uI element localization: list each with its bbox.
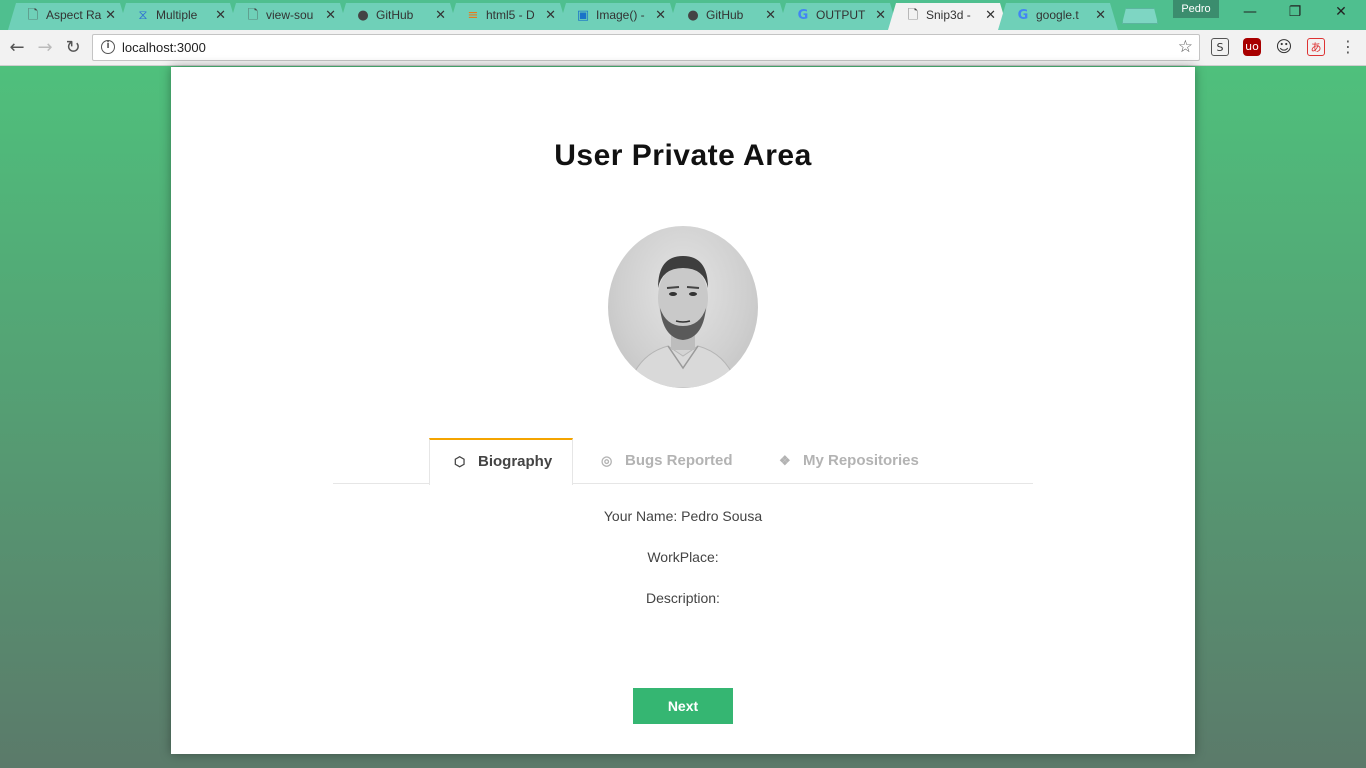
browser-tab[interactable]: ≡ html5 - D ✕ (448, 3, 568, 30)
tab-label: My Repositories (803, 452, 919, 469)
restore-icon[interactable]: ❐ (1285, 4, 1305, 20)
browser-tab-title: GitHub (376, 8, 414, 22)
profile-card: User Private Area ⬡ Biography ◎ Bugs Rep… (171, 67, 1195, 754)
browser-tab-title: Aspect Ra (46, 8, 102, 22)
next-button[interactable]: Next (633, 688, 733, 724)
browser-tab-title: Snip3d - (926, 8, 971, 22)
profile-button[interactable]: Pedro (1173, 0, 1219, 18)
close-icon[interactable]: ✕ (215, 8, 226, 23)
browser-tab-title: google.t (1036, 8, 1079, 22)
browser-tab[interactable]: 🗋 Aspect Ra ✕ (8, 3, 128, 30)
profile-tabs: ⬡ Biography ◎ Bugs Reported ❖ My Reposit… (333, 438, 1033, 485)
bookmark-star-icon[interactable]: ☆ (1178, 37, 1193, 57)
browser-tab-active[interactable]: 🗋 Snip3d - ✕ (888, 3, 1008, 30)
field-label: Your Name: (603, 508, 678, 524)
extension-s-icon[interactable]: S (1211, 38, 1229, 56)
browser-tab-title: Multiple (156, 8, 198, 22)
github-icon: ● (357, 8, 369, 23)
close-icon[interactable]: ✕ (105, 8, 116, 23)
new-tab-button[interactable] (1122, 8, 1158, 24)
field-name: Your Name: Pedro Sousa (171, 507, 1195, 548)
tab-bugs-reported[interactable]: ◎ Bugs Reported (577, 438, 751, 484)
page-icon: 🗋 (247, 8, 259, 23)
browser-tab[interactable]: ⧖ Multiple ✕ (118, 3, 238, 30)
browser-tab[interactable]: G OUTPUT ✕ (778, 3, 898, 30)
wp-icon: ⧖ (138, 8, 148, 23)
browser-tab[interactable]: ▣ Image() - ✕ (558, 3, 678, 30)
info-icon[interactable]: i (101, 40, 115, 54)
close-icon[interactable]: ✕ (765, 8, 776, 23)
address-bar[interactable]: i localhost:3000 ☆ (92, 34, 1200, 61)
page-icon: 🗋 (27, 8, 39, 23)
browser-tab-title: html5 - D (486, 8, 535, 22)
extension-chat-icon[interactable]: ☺ (1275, 38, 1293, 56)
stack-icon: ≡ (467, 8, 479, 23)
tab-biography[interactable]: ⬡ Biography (429, 438, 573, 485)
back-icon[interactable]: ← (6, 37, 28, 59)
browser-tab-strip: 🗋 Aspect Ra ✕ ⧖ Multiple ✕ 🗋 view-sou ✕ ● GitHu… (0, 0, 1366, 30)
browser-tab-title: OUTPUT (816, 8, 866, 22)
ublock-icon[interactable]: uo (1243, 38, 1261, 56)
tab-label: Bugs Reported (625, 452, 733, 469)
field-label: WorkPlace: (647, 549, 719, 565)
browser-tab-title: view-sou (266, 8, 314, 22)
close-icon[interactable]: ✕ (875, 8, 886, 23)
forward-icon[interactable]: → (34, 37, 56, 59)
field-label: Description: (646, 590, 720, 606)
extension-lang-icon[interactable]: あ (1307, 38, 1325, 56)
close-icon[interactable]: ✕ (545, 8, 556, 23)
browser-tab[interactable]: Ggoogle.t ✕ (998, 3, 1118, 30)
field-value: Pedro Sousa (681, 508, 763, 524)
avatar (608, 226, 758, 388)
codepen-icon: ⬡ (454, 454, 466, 469)
page-title: User Private Area (554, 139, 812, 172)
tab-label: Biography (478, 453, 553, 470)
close-window-icon[interactable]: ✕ (1331, 4, 1351, 20)
avatar-photo (627, 256, 739, 388)
close-icon[interactable]: ✕ (655, 8, 666, 23)
browser-tab[interactable]: ● GitHub ✕ (338, 3, 458, 30)
close-icon[interactable]: ✕ (985, 8, 996, 23)
google-icon: G (1017, 8, 1029, 23)
browser-tab[interactable]: ● GitHub ✕ (668, 3, 788, 30)
browser-toolbar: ← → ↻ i localhost:3000 ☆ S uo ☺ あ ⋮ (0, 30, 1366, 66)
browser-tab-title: GitHub (706, 8, 744, 22)
menu-icon[interactable]: ⋮ (1339, 38, 1357, 56)
field-workplace: WorkPlace: (171, 548, 1195, 589)
close-icon[interactable]: ✕ (1095, 8, 1106, 23)
dropbox-icon: ❖ (779, 453, 791, 468)
page-icon: 🗋 (907, 8, 919, 23)
dribbble-icon: ◎ (601, 453, 613, 468)
minimize-icon[interactable]: — (1240, 4, 1260, 20)
reload-icon[interactable]: ↻ (62, 37, 84, 59)
url-text[interactable]: localhost:3000 (122, 40, 206, 55)
close-icon[interactable]: ✕ (435, 8, 446, 23)
field-description: Description: (171, 589, 1195, 630)
close-icon[interactable]: ✕ (325, 8, 336, 23)
biography-fields: Your Name: Pedro Sousa WorkPlace: Descri… (171, 507, 1195, 630)
browser-tab-title: Image() - (596, 8, 645, 22)
google-icon: G (797, 8, 809, 23)
tab-my-repositories[interactable]: ❖ My Repositories (755, 438, 955, 484)
image-icon: ▣ (576, 8, 590, 23)
github-icon: ● (687, 8, 699, 23)
browser-tab[interactable]: 🗋 view-sou ✕ (228, 3, 348, 30)
